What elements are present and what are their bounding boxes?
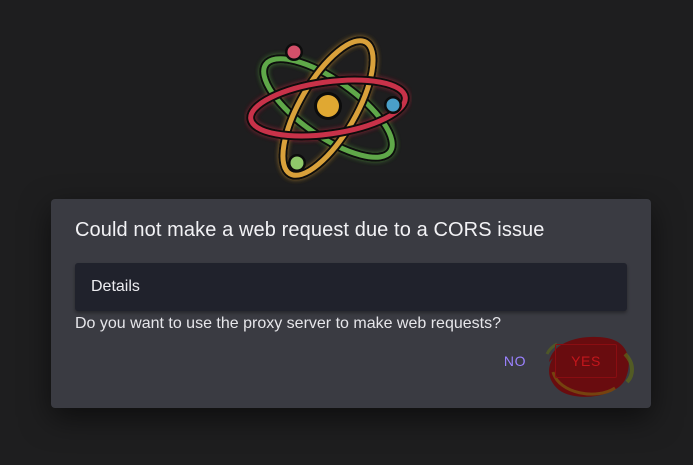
atom-icon	[244, 26, 412, 190]
yes-button-area: YES	[545, 332, 637, 402]
app-background: Could not make a web request due to a CO…	[0, 0, 693, 465]
no-button[interactable]: NO	[495, 344, 535, 378]
cors-dialog: Could not make a web request due to a CO…	[51, 199, 651, 408]
dialog-question: Do you want to use the proxy server to m…	[75, 315, 501, 332]
details-expander[interactable]: Details	[75, 263, 627, 311]
details-label: Details	[91, 278, 140, 295]
yes-button[interactable]: YES	[555, 344, 617, 378]
dialog-title: Could not make a web request due to a CO…	[75, 219, 545, 241]
